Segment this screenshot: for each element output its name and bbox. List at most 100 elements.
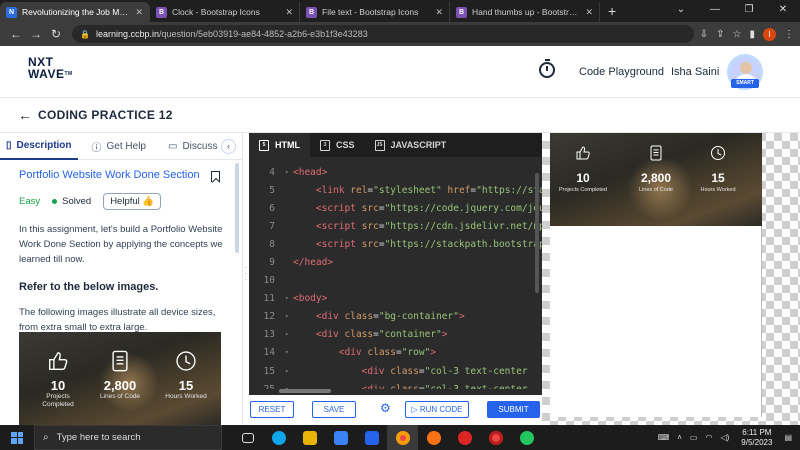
chrome-icon[interactable] [387,425,418,450]
reload-icon[interactable]: ↻ [46,27,66,41]
profile-avatar-icon[interactable]: I [763,27,776,41]
tab-html[interactable]: 5 HTML [249,133,310,157]
browser-tab-clock-icons[interactable]: B Clock - Bootstrap Icons ✕ [150,2,300,22]
fold-arrow-icon[interactable]: ▾ [285,331,293,338]
code-line[interactable]: 13 ▾ <div class="container"> [249,326,542,344]
stat-label: Projects Completed [559,187,607,193]
tab-get-help[interactable]: ⓘ Get Help [86,133,152,160]
code-line[interactable]: 11 ▾ <body> [249,290,542,308]
editor-vertical-scrollbar[interactable] [535,173,539,293]
tab-description[interactable]: ▯ Description [0,133,78,160]
install-app-icon[interactable]: ⇩ [700,29,708,40]
new-tab-plus-icon[interactable]: + [600,2,624,22]
close-window-icon[interactable]: ✕ [766,0,800,22]
code-line[interactable]: 7 <script src="https://cdn.jsdelivr.net/… [249,217,542,235]
code-line[interactable]: 10 [249,272,542,290]
fold-arrow-icon[interactable]: ▾ [285,368,293,375]
opera-icon[interactable] [480,425,511,450]
volume-icon[interactable]: ◁) [720,433,729,442]
fold-arrow-icon[interactable]: ▾ [285,169,293,176]
save-button[interactable]: SAVE [312,401,356,418]
code-line[interactable]: 15 ▾ <div class="col-3 text-center [249,362,542,380]
bookmark-icon[interactable] [211,171,220,182]
fold-arrow-icon[interactable]: ▾ [285,313,293,320]
code-line[interactable]: 5 <link rel="stylesheet" href="https://s… [249,181,542,199]
back-arrow-icon[interactable]: ← [18,107,32,123]
close-tab-icon[interactable]: ✕ [285,7,293,18]
edge-browser-icon[interactable] [263,425,294,450]
firefox-icon[interactable] [418,425,449,450]
tab-search-chevron-icon[interactable]: ⌄ [664,0,698,22]
tab-label: JAVASCRIPT [390,140,447,150]
notifications-icon[interactable]: ▤ [784,433,792,442]
pinterest-icon[interactable] [449,425,480,450]
stat-number: 2,800 [640,171,672,185]
close-tab-icon[interactable]: ✕ [435,7,443,18]
file-explorer-icon[interactable] [294,425,325,450]
more-menu-icon[interactable]: ⋮ [784,29,794,40]
code-line[interactable]: 25▾ <div class="col-3 text-center [249,380,542,389]
tab-css[interactable]: 3 CSS [310,133,365,157]
chat-bubble-icon: ▭ [168,140,178,152]
chevron-up-icon[interactable]: ˄ [677,433,682,442]
code-line[interactable]: 12 ▾ <div class="bg-container"> [249,308,542,326]
code-line[interactable]: 9 </head> [249,253,542,271]
code-text: <head> [293,166,328,178]
minimize-icon[interactable]: — [698,0,732,22]
helpful-button[interactable]: Helpful 👍 [103,193,162,210]
bootstrap-favicon-icon: B [456,6,467,18]
gear-icon[interactable]: ⚙ [380,402,392,414]
back-arrow-icon[interactable]: ← [6,27,26,41]
code-text: <script src="https://stackpath.bootstrap… [315,238,542,250]
code-text: <div class="bg-container"> [315,311,465,323]
browser-tab-thumbs-up-icons[interactable]: B Hand thumbs up - Bootstrap Icons ✕ [450,2,600,22]
address-bar[interactable]: 🔒 learning.ccbp.in /question/5eb03919-ae… [72,25,694,43]
bookmark-star-icon[interactable]: ☆ [733,29,742,40]
code-line[interactable]: 8 <script src="https://stackpath.bootstr… [249,235,542,253]
stat-label: Lines of Code [639,187,673,193]
code-playground-link[interactable]: Code Playground [579,66,664,78]
stopwatch-icon[interactable] [539,59,555,78]
collapse-panel-button[interactable]: ‹ [221,139,236,154]
question-panel: ▯ Description ⓘ Get Help ▭ Discuss ‹ Por… [0,133,243,425]
submit-button[interactable]: SUBMIT [487,401,540,418]
code-line[interactable]: 4 ▾ <head> [249,163,542,181]
forward-arrow-icon[interactable]: → [26,27,46,41]
line-number: 14 [263,347,275,359]
lock-icon[interactable]: 🔒 [80,30,90,39]
tab-label: HTML [275,140,300,150]
microsoft-store-icon[interactable] [325,425,356,450]
keyboard-icon[interactable]: ⌨ [658,433,670,442]
share-icon[interactable]: ⇪ [716,29,724,40]
panel-scrollbar[interactable] [235,163,239,253]
task-view-icon[interactable] [232,425,263,450]
nxtwave-logo[interactable]: NXT WAVETM [28,56,73,80]
network-icon[interactable]: ▭ [690,433,698,442]
close-tab-icon[interactable]: ✕ [585,7,593,18]
taskbar-clock[interactable]: 6:11 PM 9/5/2023 [741,428,772,448]
tab-discuss[interactable]: ▭ Discuss [162,133,223,160]
restore-icon[interactable]: ❐ [732,0,766,22]
wifi-icon[interactable]: ◠ [705,433,712,442]
tab-javascript[interactable]: JS JAVASCRIPT [365,133,457,157]
code-area[interactable]: 4 ▾ <head> 5 <link rel="stylesheet" href="h… [249,163,542,389]
spotify-icon[interactable] [511,425,542,450]
run-code-button[interactable]: ▷ RUN CODE [405,401,469,418]
fold-arrow-icon[interactable]: ▾ [285,295,293,302]
panel-resize-handle[interactable]: · · · [244,264,248,289]
user-name[interactable]: Isha Saini [671,66,719,78]
preview-frame[interactable]: 10 Projects Completed 2,800 Lines of Cod… [550,133,762,417]
mail-icon[interactable] [356,425,387,450]
close-tab-icon[interactable]: ✕ [135,7,143,18]
browser-tab-file-text-icons[interactable]: B File text - Bootstrap Icons ✕ [300,2,450,22]
code-line[interactable]: 14 ▾ <div class="row"> [249,344,542,362]
taskbar-search-input[interactable]: ⌕ Type here to search [34,425,222,450]
code-line[interactable]: 6 <script src="https://code.jquery.com/j… [249,199,542,217]
browser-tab-nxtwave[interactable]: N Revolutionizing the Job Market | N ✕ [0,2,150,22]
fold-arrow-icon[interactable]: ▾ [285,349,293,356]
reset-button[interactable]: RESET [250,401,294,418]
windows-start-icon[interactable] [0,431,34,444]
editor-horizontal-scrollbar[interactable] [279,389,331,393]
sidebar-toggle-icon[interactable]: ▮ [749,29,755,40]
code-text: <body> [293,293,328,305]
